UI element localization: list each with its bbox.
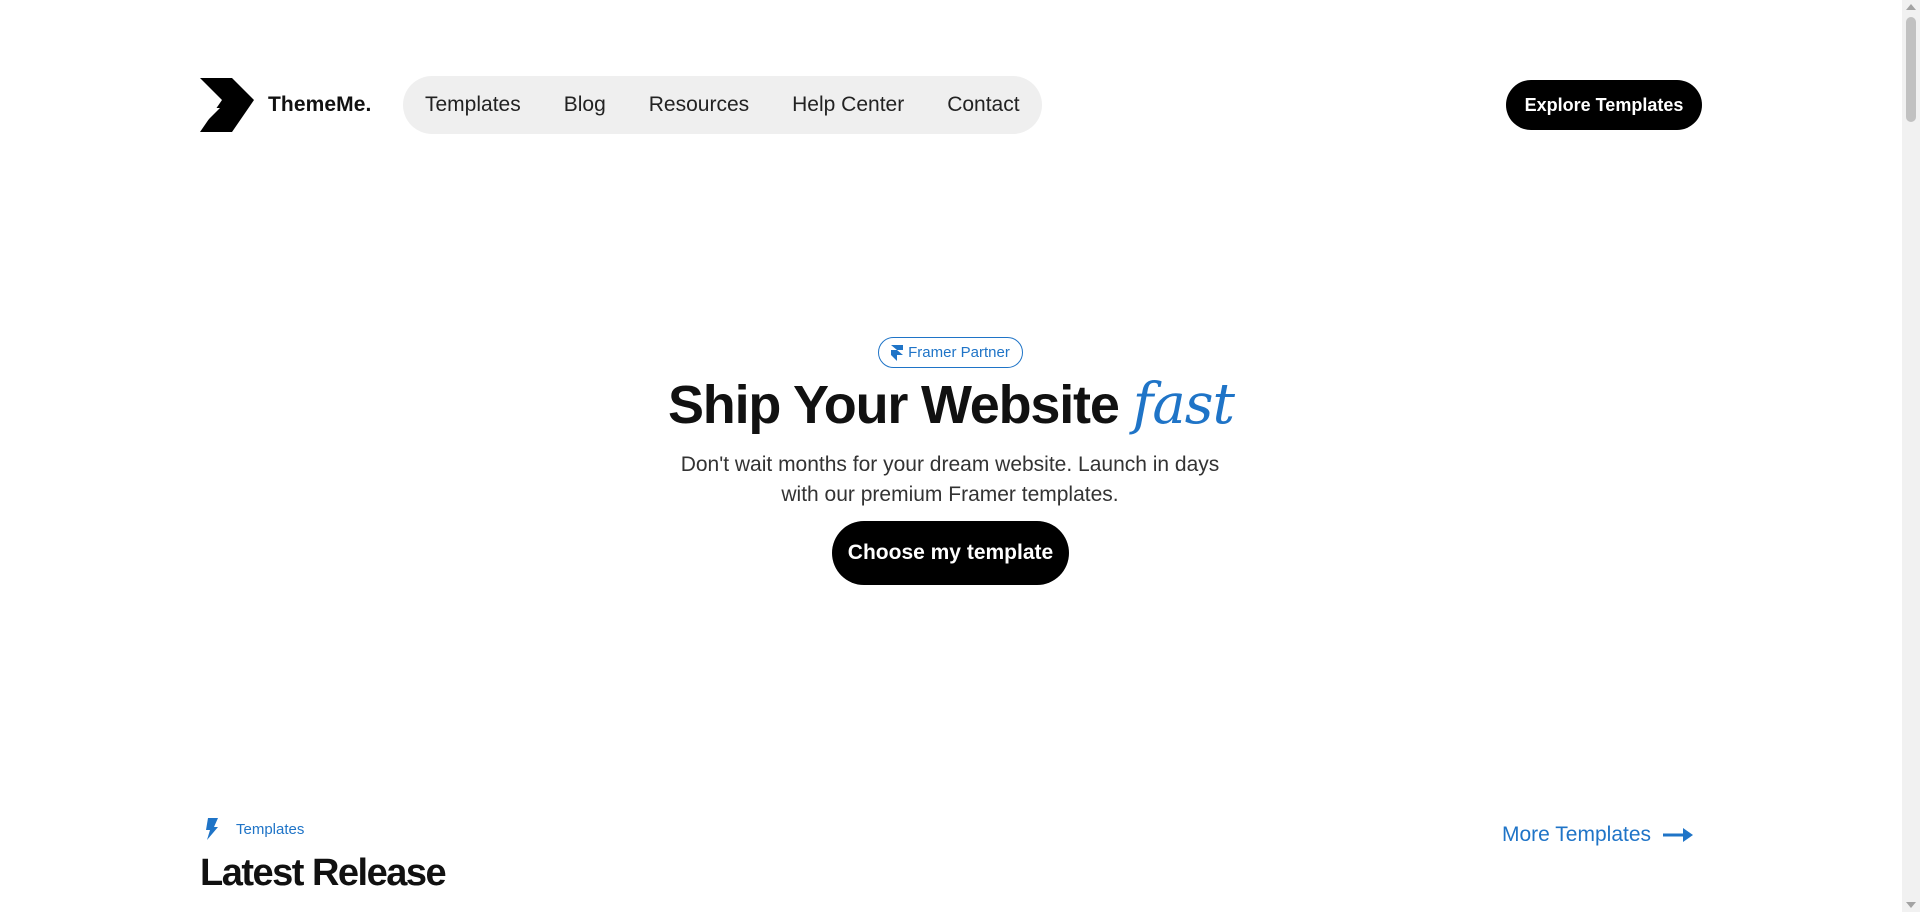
section-tag-label: Templates <box>236 820 305 838</box>
lightning-icon <box>206 818 218 840</box>
more-templates-label: More Templates <box>1502 823 1652 846</box>
badge-label: Framer Partner <box>908 344 1010 361</box>
main-nav: Templates Blog Resources Help Center Con… <box>403 76 1042 134</box>
hero-title: Ship Your Website fast <box>0 372 1902 437</box>
more-templates-link[interactable]: More Templates <box>1502 823 1694 847</box>
scroll-down-icon[interactable] <box>1906 902 1916 908</box>
nav-item-help-center[interactable]: Help Center <box>792 93 904 117</box>
brand-name: ThemeMe. <box>268 93 372 116</box>
page-scrollbar[interactable] <box>1902 0 1920 912</box>
choose-template-button[interactable]: Choose my template <box>832 521 1069 585</box>
scroll-up-icon[interactable] <box>1906 4 1916 10</box>
framer-partner-badge: Framer Partner <box>878 337 1023 368</box>
framer-icon <box>891 344 904 361</box>
hero-title-accent: fast <box>1132 372 1235 437</box>
arrow-right-icon <box>1663 828 1694 842</box>
thememe-logo-icon <box>200 78 254 132</box>
hero-title-main: Ship Your Website <box>667 375 1120 435</box>
scrollbar-thumb[interactable] <box>1906 17 1916 122</box>
nav-item-templates[interactable]: Templates <box>425 93 521 117</box>
section-tag: Templates <box>204 818 304 840</box>
nav-item-blog[interactable]: Blog <box>564 93 606 117</box>
brand-logo[interactable]: ThemeMe. <box>200 78 372 132</box>
section-title: Latest Release <box>200 852 447 894</box>
nav-item-resources[interactable]: Resources <box>649 93 749 117</box>
explore-templates-button[interactable]: Explore Templates <box>1506 80 1702 130</box>
nav-item-contact[interactable]: Contact <box>947 93 1019 117</box>
hero-subtitle: Don't wait months for your dream website… <box>680 453 1220 506</box>
page: ThemeMe. Templates Blog Resources Help C… <box>0 0 1902 912</box>
